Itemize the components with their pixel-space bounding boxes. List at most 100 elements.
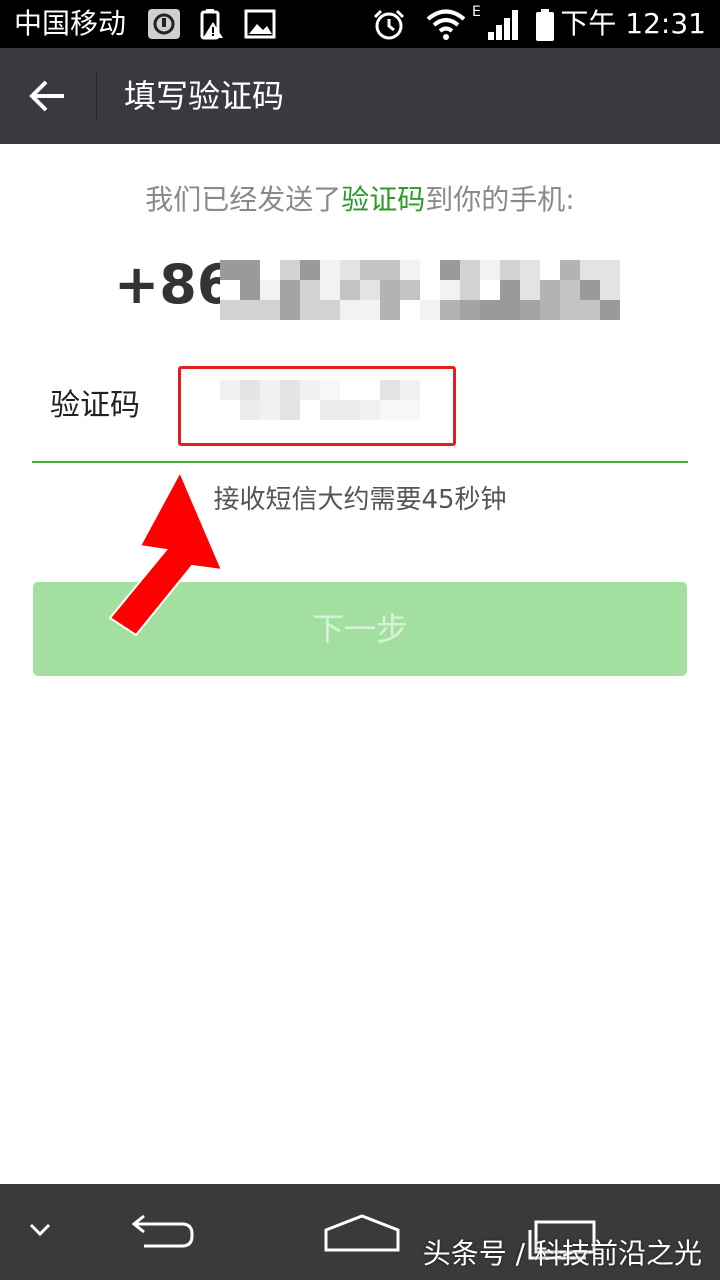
country-code: +86: [114, 253, 235, 316]
mosaic-cell: [220, 280, 240, 300]
mosaic-cell: [460, 300, 480, 320]
mosaic-cell: [380, 280, 400, 300]
mosaic-cell: [400, 380, 420, 400]
title-bar: 填写验证码: [0, 48, 720, 144]
mosaic-cell: [320, 300, 340, 320]
sent-message: 我们已经发送了验证码到你的手机:: [0, 178, 720, 222]
mosaic-cell: [500, 280, 520, 300]
mosaic-cell: [480, 260, 500, 280]
sent-highlight: 验证码: [341, 183, 426, 216]
sent-suffix: 到你的手机:: [425, 183, 575, 216]
annotation-arrow-icon: [108, 470, 224, 637]
mosaic-cell: [240, 380, 260, 400]
mosaic-cell: [220, 400, 240, 420]
mosaic-cell: [600, 260, 620, 280]
mosaic-cell: [480, 280, 500, 300]
mosaic-cell: [600, 280, 620, 300]
battery-icon: [536, 9, 554, 41]
mosaic-cell: [400, 400, 420, 420]
mosaic-cell: [220, 380, 240, 400]
phone-number-mosaic: [220, 260, 620, 320]
mosaic-cell: [440, 280, 460, 300]
mosaic-cell: [260, 280, 280, 300]
page-title: 填写验证码: [124, 77, 285, 115]
mosaic-cell: [560, 300, 580, 320]
alarm-icon: [373, 9, 405, 40]
mosaic-cell: [280, 380, 300, 400]
mosaic-cell: [280, 260, 300, 280]
mosaic-cell: [240, 300, 260, 320]
mosaic-cell: [420, 260, 440, 280]
mosaic-cell: [240, 400, 260, 420]
mosaic-cell: [340, 400, 360, 420]
mosaic-cell: [400, 300, 420, 320]
back-button[interactable]: [20, 70, 76, 122]
mosaic-cell: [260, 380, 280, 400]
code-value-mosaic: [220, 380, 420, 420]
clock: 下午 12:31: [560, 7, 706, 40]
mosaic-cell: [360, 280, 380, 300]
mosaic-cell: [520, 280, 540, 300]
status-bar: 中国移动 E 下午 12:31: [0, 0, 720, 48]
mosaic-cell: [260, 300, 280, 320]
mosaic-cell: [240, 280, 260, 300]
mosaic-cell: [340, 300, 360, 320]
mosaic-cell: [280, 300, 300, 320]
network-type-label: E: [472, 4, 481, 20]
mosaic-cell: [460, 260, 480, 280]
carrier-name: 中国移动: [14, 7, 127, 40]
mosaic-cell: [360, 300, 380, 320]
code-input-underline: [32, 461, 688, 463]
mosaic-cell: [480, 300, 500, 320]
mosaic-cell: [580, 260, 600, 280]
mosaic-cell: [260, 260, 280, 280]
mosaic-cell: [320, 280, 340, 300]
mosaic-cell: [220, 300, 240, 320]
mosaic-cell: [400, 280, 420, 300]
watermark: 头条号 / 科技前沿之光: [422, 1237, 702, 1270]
mosaic-cell: [500, 300, 520, 320]
sent-prefix: 我们已经发送了: [145, 183, 342, 216]
back-icon[interactable]: [124, 1214, 196, 1254]
mosaic-cell: [600, 300, 620, 320]
mosaic-cell: [420, 280, 440, 300]
mosaic-cell: [380, 260, 400, 280]
home-icon[interactable]: [322, 1212, 402, 1256]
mosaic-cell: [560, 280, 580, 300]
mosaic-cell: [500, 260, 520, 280]
mosaic-cell: [240, 260, 260, 280]
mosaic-cell: [580, 300, 600, 320]
mosaic-cell: [380, 380, 400, 400]
mosaic-cell: [300, 260, 320, 280]
mosaic-cell: [300, 300, 320, 320]
mosaic-cell: [320, 380, 340, 400]
mosaic-cell: [360, 260, 380, 280]
code-label: 验证码: [50, 388, 140, 423]
mosaic-cell: [440, 260, 460, 280]
mosaic-cell: [320, 260, 340, 280]
mosaic-cell: [440, 300, 460, 320]
mosaic-cell: [520, 300, 540, 320]
back-arrow-icon: [29, 80, 64, 112]
mosaic-cell: [580, 280, 600, 300]
chevron-down-icon[interactable]: [28, 1220, 52, 1240]
mosaic-cell: [280, 280, 300, 300]
key-icon: [148, 9, 180, 39]
mosaic-cell: [380, 400, 400, 420]
mosaic-cell: [560, 260, 580, 280]
mosaic-cell: [540, 260, 560, 280]
mosaic-cell: [300, 400, 320, 420]
title-divider: [96, 72, 97, 120]
mosaic-cell: [340, 380, 360, 400]
mosaic-cell: [280, 400, 300, 420]
mosaic-cell: [360, 400, 380, 420]
mosaic-cell: [300, 280, 320, 300]
mosaic-cell: [360, 380, 380, 400]
mosaic-cell: [220, 260, 240, 280]
wifi-icon: [426, 9, 466, 40]
mosaic-cell: [340, 280, 360, 300]
mosaic-cell: [320, 400, 340, 420]
mosaic-cell: [340, 260, 360, 280]
mosaic-cell: [520, 260, 540, 280]
battery-alert-icon: [200, 9, 223, 40]
